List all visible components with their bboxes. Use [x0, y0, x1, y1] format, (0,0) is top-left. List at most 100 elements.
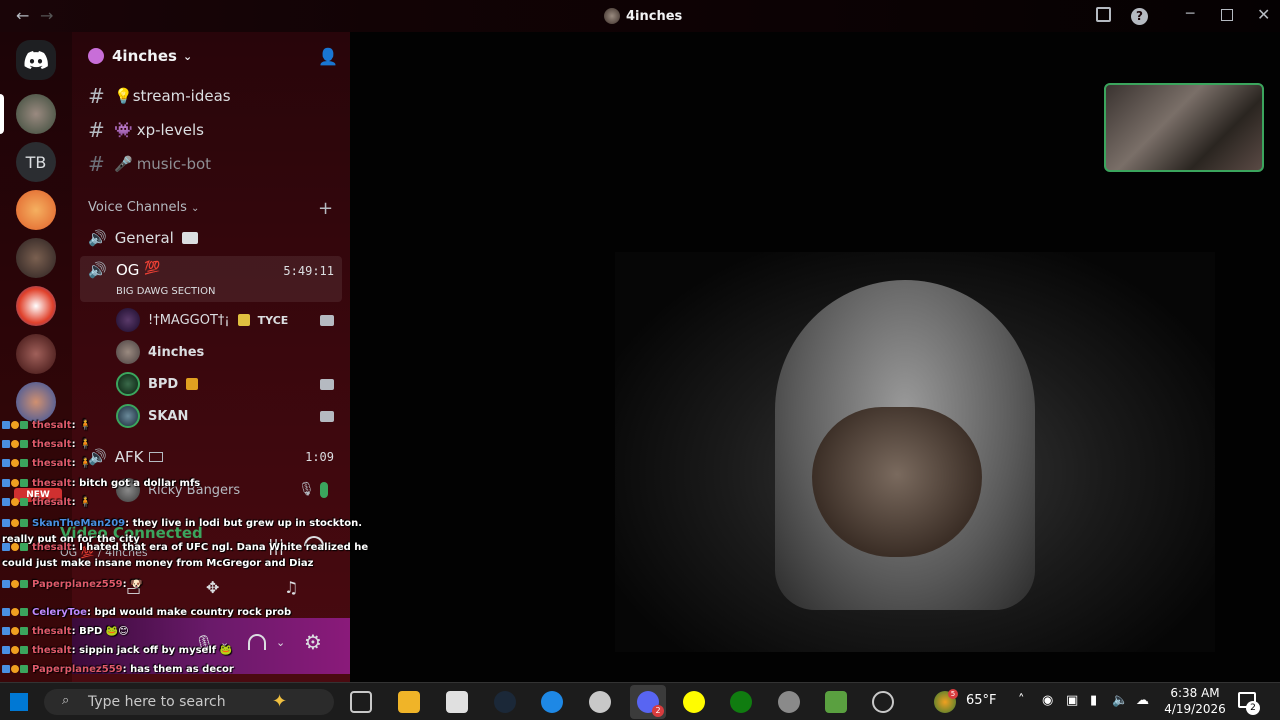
xbox-icon[interactable] [730, 691, 752, 713]
platform-badge-icon [2, 479, 10, 487]
crown-icon [237, 314, 250, 326]
search-placeholder: Type here to search [88, 694, 226, 710]
chat-username[interactable]: CeleryToe [32, 607, 87, 618]
voice-timer: 5:49:11 [283, 264, 334, 278]
record-icon[interactable] [872, 691, 894, 713]
mod-badge-icon [20, 646, 28, 654]
server-icon-blue[interactable] [16, 382, 56, 422]
chat-username[interactable]: thesalt [32, 439, 72, 450]
chat-username[interactable]: thesalt [32, 420, 72, 431]
obs-icon[interactable] [589, 691, 611, 713]
server-icon-4inches[interactable] [16, 94, 56, 134]
avatar [116, 372, 140, 396]
server-icon-tb[interactable]: TB [16, 142, 56, 182]
picture-in-picture-video[interactable] [1104, 83, 1264, 172]
chat-username[interactable]: thesalt [32, 458, 72, 469]
file-explorer-icon[interactable] [398, 691, 420, 713]
invite-people-icon[interactable]: 👤 [318, 47, 338, 66]
chat-username[interactable]: thesalt [32, 542, 72, 553]
voice-member[interactable]: BPD [116, 370, 199, 398]
chat-username[interactable]: thesalt [32, 645, 72, 656]
platform-badge-icon [2, 459, 10, 467]
discord-home-button[interactable] [16, 40, 56, 80]
help-icon[interactable]: ? [1131, 8, 1148, 25]
chess-icon[interactable] [825, 691, 847, 713]
platform-badge-icon [2, 580, 10, 588]
member-name: !†MAGGOT†¡ [148, 312, 230, 328]
mod-badge-icon [20, 421, 28, 429]
minimize-icon[interactable]: ─ [1186, 6, 1194, 22]
app-icon[interactable] [778, 691, 800, 713]
chat-username[interactable]: Paperplanez559 [32, 664, 123, 675]
server-icon-red[interactable] [16, 334, 56, 374]
video-subject-face [812, 407, 982, 557]
weather-temp[interactable]: 65°F [966, 693, 997, 708]
volume-icon[interactable]: 🔈 [1112, 693, 1128, 708]
server-icon-bearded[interactable] [16, 238, 56, 278]
hash-icon: # [88, 152, 105, 176]
stream-chat-overlay: thesalt: 🧍 thesalt: 🧍 thesalt: 🧍 thesalt: b… [0, 420, 420, 720]
channel-stream-ideas[interactable]: # 💡 stream-ideas [88, 84, 231, 108]
snapchat-icon[interactable] [683, 691, 705, 713]
steam-icon[interactable] [494, 691, 516, 713]
voice-member[interactable]: !†MAGGOT†¡ TYCE [116, 306, 288, 334]
maximize-icon[interactable] [1221, 9, 1233, 21]
speaker-icon: 🔊 [88, 229, 107, 247]
avatar [116, 308, 140, 332]
channel-music-bot[interactable]: # 🎤 music-bot [88, 152, 211, 176]
mod-badge-icon [20, 498, 28, 506]
back-arrow-icon[interactable]: ← [16, 6, 29, 25]
member-name: 4inches [148, 344, 205, 360]
sub-badge-icon [11, 665, 19, 673]
platform-badge-icon [2, 498, 10, 506]
chat-username[interactable]: Paperplanez559 [32, 579, 123, 590]
chat-message: thesalt: 🧍 [2, 458, 92, 469]
chat-username[interactable]: SkanTheMan209 [32, 518, 125, 529]
edge-icon[interactable] [541, 691, 563, 713]
window-title: 4inches [604, 8, 682, 24]
app-tray-icon[interactable]: ▣ [1066, 693, 1078, 708]
chat-message: CeleryToe: bpd would make country rock p… [2, 607, 291, 618]
inbox-icon[interactable] [1096, 7, 1111, 22]
voice-category[interactable]: Voice Channels ⌄ [88, 200, 199, 215]
server-header[interactable]: 4inches ⌄ 👤 [72, 32, 350, 80]
voice-member[interactable]: 4inches [116, 338, 204, 366]
clock[interactable]: 6:38 AM 4/19/2026 [1160, 685, 1230, 717]
server-icon-badge[interactable] [16, 286, 56, 326]
member-name: BPD [148, 376, 179, 392]
clock-time: 6:38 AM [1170, 686, 1220, 700]
cloud-icon[interactable]: ☁ [1136, 693, 1149, 708]
video-stage[interactable] [350, 32, 1280, 682]
mod-badge-icon [20, 665, 28, 673]
platform-badge-icon [2, 646, 10, 654]
channel-label: xp-levels [136, 121, 204, 139]
chat-username[interactable]: thesalt [32, 478, 72, 489]
platform-badge-icon [2, 627, 10, 635]
close-icon[interactable]: ✕ [1257, 5, 1270, 24]
store-icon[interactable] [446, 691, 468, 713]
platform-badge-icon [2, 608, 10, 616]
voice-channel-og[interactable]: 🔊 OG 💯 5:49:11 BIG DAWG SECTION [80, 256, 342, 302]
forward-arrow-icon[interactable]: → [40, 6, 53, 25]
chat-bubble-icon[interactable] [181, 232, 198, 244]
title-bar: ← → 4inches ? ─ ✕ [0, 0, 1280, 32]
discord-badge: 2 [652, 705, 664, 717]
taskbar-search[interactable]: ⌕ Type here to search ✦ [44, 689, 334, 715]
task-view-icon[interactable] [350, 691, 372, 713]
chevron-up-icon[interactable]: ˄ [1018, 693, 1025, 708]
hash-icon: # [88, 118, 105, 142]
chat-text: : 🧍 [71, 420, 92, 431]
mod-badge-icon [20, 459, 28, 467]
windows-start-icon[interactable] [10, 693, 28, 711]
beer-icon [186, 378, 199, 390]
channel-xp-levels[interactable]: # 👾 xp-levels [88, 118, 204, 142]
chat-username[interactable]: thesalt [32, 497, 72, 508]
obs-tray-icon[interactable]: ◉ [1042, 693, 1053, 708]
server-icon-orange[interactable] [16, 190, 56, 230]
window-title-text: 4inches [626, 8, 683, 24]
voice-channel-general[interactable]: 🔊 General [80, 223, 342, 253]
microphone-tray-icon[interactable]: ▮ [1090, 693, 1097, 708]
chat-username[interactable]: thesalt [32, 626, 72, 637]
create-channel-icon[interactable]: + [318, 198, 333, 219]
chat-text: : 🐶 [122, 579, 143, 590]
